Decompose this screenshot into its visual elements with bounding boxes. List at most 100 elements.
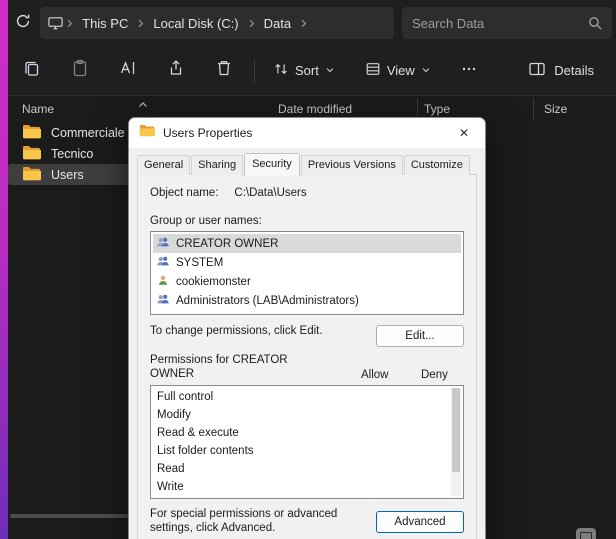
chevron-right-icon [65,19,74,28]
user-row-administrators[interactable]: Administrators (LAB\Administrators) [153,291,461,310]
file-name: Commerciale [51,126,125,140]
sort-ascending-icon [138,98,148,112]
user-name: cookiemonster [176,276,251,288]
tab-security[interactable]: Security [244,153,300,176]
share-button[interactable] [156,53,196,89]
chevron-right-icon [136,19,145,28]
toolbar-separator [254,59,255,83]
column-header-size[interactable]: Size [544,102,567,116]
more-options-button[interactable] [451,53,487,89]
rename-icon [119,59,137,82]
user-name: Administrators (LAB\Administrators) [176,295,359,307]
permissions-for-label: Permissions for CREATOR OWNER [150,354,310,381]
users-properties-dialog: Users Properties ✕ General Sharing Secur… [128,117,486,539]
permissions-header: Permissions for CREATOR OWNER Allow Deny [150,354,464,382]
explorer-toolbar: Sort View Details [8,46,616,96]
view-button[interactable]: View [355,53,441,89]
advanced-button[interactable]: Advanced [376,511,464,533]
tab-customize[interactable]: Customize [404,155,470,175]
refresh-button[interactable] [10,7,36,39]
user-icon [156,274,170,289]
close-icon: ✕ [459,126,469,140]
group-icon [156,293,170,308]
dialog-titlebar[interactable]: Users Properties ✕ [129,118,485,148]
explorer-address-bar-row: This PC Local Disk (C:) Data [8,0,616,46]
share-icon [167,59,185,82]
folder-icon [22,166,41,184]
column-divider [533,98,534,120]
allow-column-label: Allow [361,369,388,381]
tab-sharing[interactable]: Sharing [191,155,243,175]
chevron-down-icon [325,63,335,78]
object-name-value: C:\Data\Users [234,187,306,199]
permission-row-write: Write [153,478,445,496]
deny-column-label: Deny [421,369,448,381]
view-icon [365,61,381,80]
chevron-right-icon [247,19,256,28]
user-row-cookiemonster[interactable]: cookiemonster [153,272,461,291]
user-name: SYSTEM [176,257,223,269]
breadcrumb-local-disk-c[interactable]: Local Disk (C:) [147,16,244,31]
edit-button[interactable]: Edit... [376,325,464,347]
chevron-down-icon [421,63,431,78]
permission-row-full-control: Full control [153,388,445,406]
breadcrumb-this-pc[interactable]: This PC [76,16,134,31]
ellipsis-icon [461,61,477,80]
close-button[interactable]: ✕ [447,119,481,148]
security-tab-page: Object name: C:\Data\Users Group or user… [137,174,477,539]
trash-icon [215,59,233,82]
details-icon [528,60,546,81]
permission-row-list-folder-contents: List folder contents [153,442,445,460]
search-input[interactable] [412,16,588,31]
paste-icon [71,59,89,82]
copy-button[interactable] [12,53,52,89]
refresh-icon [15,13,31,34]
tab-previous-versions[interactable]: Previous Versions [301,155,403,175]
dialog-tabs: General Sharing Security Previous Versio… [137,153,485,175]
delete-button[interactable] [204,53,244,89]
group-icon [156,255,170,270]
group-or-user-names-label: Group or user names: [150,215,464,227]
column-header-name[interactable]: Name [22,102,54,116]
sort-icon [273,61,289,80]
this-pc-icon [48,16,63,30]
search-icon [588,16,602,30]
user-row-system[interactable]: SYSTEM [153,253,461,272]
taskbar-corner-icon [576,528,596,539]
details-label: Details [554,63,594,78]
column-header-type[interactable]: Type [424,102,450,116]
desktop-accent-stripe [0,0,8,539]
scrollbar-thumb[interactable] [452,388,460,472]
copy-icon [23,59,41,82]
permissions-list[interactable]: Full control Modify Read & execute List … [150,385,464,499]
permissions-scrollbar[interactable] [451,388,461,496]
paste-button[interactable] [60,53,100,89]
sort-button[interactable]: Sort [263,53,345,89]
permission-row-read: Read [153,460,445,478]
object-name-label: Object name: [150,187,218,199]
user-name: CREATOR OWNER [176,238,278,250]
screen: This PC Local Disk (C:) Data [0,0,616,539]
chevron-right-icon [299,19,308,28]
details-pane-button[interactable]: Details [520,53,602,89]
folder-icon [22,145,41,163]
file-name: Users [51,168,84,182]
folder-icon [139,124,155,142]
tab-general[interactable]: General [137,155,190,175]
breadcrumb-data[interactable]: Data [258,16,297,31]
address-bar[interactable]: This PC Local Disk (C:) Data [40,7,394,39]
edit-instruction: To change permissions, click Edit. [150,325,323,337]
column-header-date-modified[interactable]: Date modified [278,102,352,116]
permission-row-read-execute: Read & execute [153,424,445,442]
user-row-creator-owner[interactable]: CREATOR OWNER [153,234,461,253]
group-icon [156,236,170,251]
folder-icon [22,124,41,142]
group-user-list[interactable]: CREATOR OWNER SYSTEM cook [150,231,464,315]
sort-label: Sort [295,63,319,78]
search-box[interactable] [402,7,612,39]
file-name: Tecnico [51,147,93,161]
permission-row-modify: Modify [153,406,445,424]
rename-button[interactable] [108,53,148,89]
dialog-title: Users Properties [163,126,252,140]
advanced-instruction: For special permissions or advanced sett… [150,508,376,536]
